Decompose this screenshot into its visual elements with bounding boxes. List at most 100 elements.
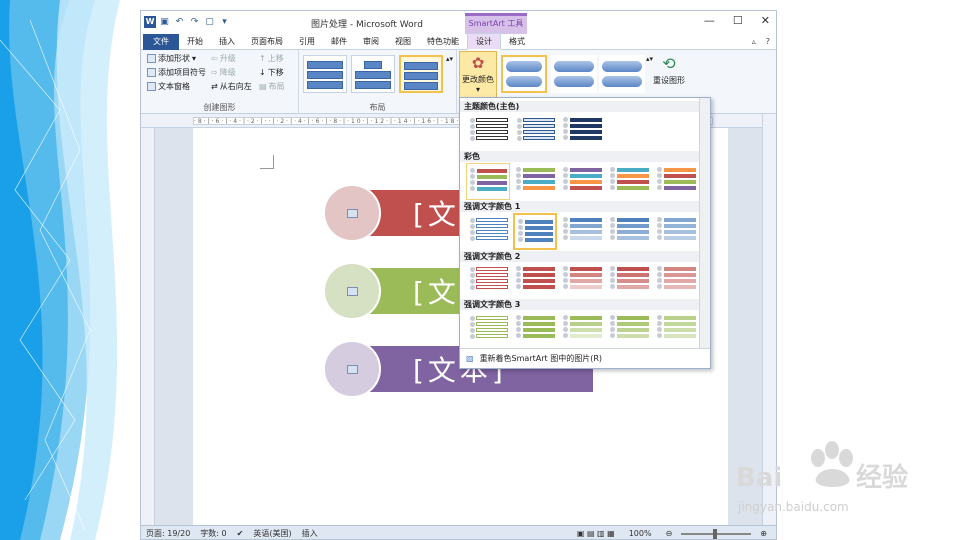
context-tab-label: SmartArt 工具 xyxy=(468,19,524,28)
layout-scroll-icon[interactable]: ▴▾ xyxy=(446,55,453,63)
picture-icon[interactable] xyxy=(346,364,358,374)
color-swatch-accent3-3[interactable] xyxy=(560,311,604,348)
style-option-2[interactable] xyxy=(551,55,597,93)
tab-home[interactable]: 开始 xyxy=(179,34,211,50)
color-swatch-accent2-5[interactable] xyxy=(654,262,698,299)
color-swatch-accent2-2[interactable] xyxy=(513,262,557,299)
style-option-3[interactable] xyxy=(599,55,645,93)
move-down-button[interactable]: ↓ 下移 xyxy=(259,67,284,78)
close-icon[interactable]: ✕ xyxy=(761,14,770,27)
new-doc-icon[interactable]: ▢ xyxy=(203,15,216,28)
layout-icon: ▤ xyxy=(259,82,267,91)
promote-icon: ⇦ xyxy=(211,54,218,63)
zoom-out-icon[interactable]: ⊖ xyxy=(661,529,678,538)
color-swatch-accent2-1[interactable] xyxy=(466,262,510,299)
status-language[interactable]: 英语(美国) xyxy=(248,528,296,539)
color-swatch-primary-2[interactable] xyxy=(513,113,557,150)
word-logo-icon[interactable]: W xyxy=(144,15,156,28)
reset-graphic-button[interactable]: ⟲ 重设图形 xyxy=(653,54,685,86)
color-swatch-accent3-5[interactable] xyxy=(654,311,698,348)
gallery-section-header: 强调文字颜色 2 xyxy=(460,251,700,262)
maximize-icon[interactable]: ☐ xyxy=(733,14,743,27)
zoom-slider-thumb[interactable] xyxy=(713,528,718,539)
color-swatch-accent1-5[interactable] xyxy=(654,213,698,250)
text-pane-icon xyxy=(147,82,156,91)
color-swatch-primary-3[interactable] xyxy=(560,113,604,150)
layout-button[interactable]: ▤ 布局 xyxy=(259,81,285,92)
color-swatch-accent2-3[interactable] xyxy=(560,262,604,299)
add-shape-button[interactable]: 添加形状 ▾ xyxy=(147,53,196,64)
title-bar: W ▣ ↶ ↷ ▢ ▾ 图片处理 - Microsoft Word SmartA… xyxy=(141,11,776,34)
color-swatch-accent1-4[interactable] xyxy=(607,213,651,250)
redo-icon[interactable]: ↷ xyxy=(188,15,201,28)
color-swatch-accent3-4[interactable] xyxy=(607,311,651,348)
status-words[interactable]: 字数: 0 xyxy=(195,528,231,539)
tab-page-layout[interactable]: 页面布局 xyxy=(243,34,291,50)
color-swatch-accent3-1[interactable] xyxy=(466,311,510,348)
picture-icon[interactable] xyxy=(346,286,358,296)
recolor-pictures-option[interactable]: ▨ 重新着色SmartArt 图中的图片(R) xyxy=(460,348,710,368)
picture-icon[interactable] xyxy=(346,208,358,218)
quick-access-toolbar: W ▣ ↶ ↷ ▢ ▾ xyxy=(144,15,231,28)
tab-format[interactable]: 格式 xyxy=(501,34,533,50)
minimize-ribbon-icon[interactable]: ▵ xyxy=(752,37,756,46)
minimize-icon[interactable]: — xyxy=(704,14,715,27)
style-scroll-icon[interactable]: ▴▾ xyxy=(646,55,653,63)
smartart-tools-context-tab: SmartArt 工具 xyxy=(465,13,527,34)
color-swatch-colorful-5[interactable] xyxy=(654,163,698,200)
color-swatch-accent1-2[interactable] xyxy=(513,213,557,250)
color-swatch-accent1-3[interactable] xyxy=(560,213,604,250)
tab-design[interactable]: 设计 xyxy=(467,33,501,50)
text-pane-button[interactable]: 文本窗格 xyxy=(147,81,190,92)
ribbon-right-controls: ▵ ? xyxy=(752,37,770,46)
style-option-1-selected[interactable] xyxy=(501,55,547,93)
add-bullet-button[interactable]: 添加项目符号 xyxy=(147,67,206,78)
color-swatch-accent3-2[interactable] xyxy=(513,311,557,348)
tab-special-features[interactable]: 特色功能 xyxy=(419,34,467,50)
smartart-picture-placeholder[interactable] xyxy=(323,340,381,398)
spellcheck-icon[interactable]: ✔ xyxy=(232,529,249,538)
status-mode[interactable]: 插入 xyxy=(297,528,323,539)
group-create-graphic: 添加形状 ▾ 添加项目符号 文本窗格 ⇦ 升级 ⇨ 降级 ⇄ 从右向左 ↑ 上移 ↓ 下移 … xyxy=(141,50,299,114)
help-icon[interactable]: ? xyxy=(766,37,770,46)
smartart-picture-placeholder[interactable] xyxy=(323,184,381,242)
status-bar: 页面: 19/20 字数: 0 ✔ 英语(美国) 插入 ▣ ▤ ▥ ▦ 100%… xyxy=(141,525,776,539)
color-swatch-colorful-2[interactable] xyxy=(513,163,557,200)
color-swatch-colorful-4[interactable] xyxy=(607,163,651,200)
smartart-picture-placeholder[interactable] xyxy=(323,262,381,320)
color-swatch-accent2-4[interactable] xyxy=(607,262,651,299)
layout-option-2[interactable] xyxy=(351,55,395,93)
promote-button[interactable]: ⇦ 升级 xyxy=(211,53,236,64)
tab-file[interactable]: 文件 xyxy=(143,33,179,50)
tab-references[interactable]: 引用 xyxy=(291,34,323,50)
color-swatch-primary-1[interactable] xyxy=(466,113,510,150)
layout-option-3-selected[interactable] xyxy=(399,55,443,93)
status-page[interactable]: 页面: 19/20 xyxy=(141,528,195,539)
group-label-layout: 布局 xyxy=(369,103,386,112)
save-icon[interactable]: ▣ xyxy=(158,15,171,28)
ribbon-tabs: 文件 开始 插入 页面布局 引用 邮件 审阅 视图 特色功能 设计 格式 xyxy=(141,33,776,50)
undo-icon[interactable]: ↶ xyxy=(173,15,186,28)
zoom-in-icon[interactable]: ⊕ xyxy=(755,529,772,538)
zoom-level[interactable]: 100% xyxy=(624,529,657,538)
window-controls: — ☐ ✕ xyxy=(704,14,770,27)
customize-qat-icon[interactable]: ▾ xyxy=(218,15,231,28)
tab-mailings[interactable]: 邮件 xyxy=(323,34,355,50)
view-mode-icons[interactable]: ▣ ▤ ▥ ▦ xyxy=(572,529,620,538)
tab-review[interactable]: 审阅 xyxy=(355,34,387,50)
color-swatch-accent1-1[interactable] xyxy=(466,213,510,250)
change-colors-button[interactable]: ✿ 更改颜色 ▾ xyxy=(459,51,497,101)
layout-option-1[interactable] xyxy=(303,55,347,93)
right-to-left-button[interactable]: ⇄ 从右向左 xyxy=(211,81,252,92)
gallery-scrollbar[interactable] xyxy=(699,98,710,348)
color-swatch-colorful-3[interactable] xyxy=(560,163,604,200)
demote-button[interactable]: ⇨ 降级 xyxy=(211,67,236,78)
zoom-slider[interactable] xyxy=(681,528,752,539)
move-up-icon: ↑ xyxy=(259,54,266,63)
tab-insert[interactable]: 插入 xyxy=(211,34,243,50)
gallery-section-header: 彩色 xyxy=(460,151,700,162)
tab-view[interactable]: 视图 xyxy=(387,34,419,50)
move-up-button[interactable]: ↑ 上移 xyxy=(259,53,284,64)
color-swatch-colorful-1[interactable] xyxy=(466,163,510,200)
vertical-ruler[interactable] xyxy=(141,128,155,525)
